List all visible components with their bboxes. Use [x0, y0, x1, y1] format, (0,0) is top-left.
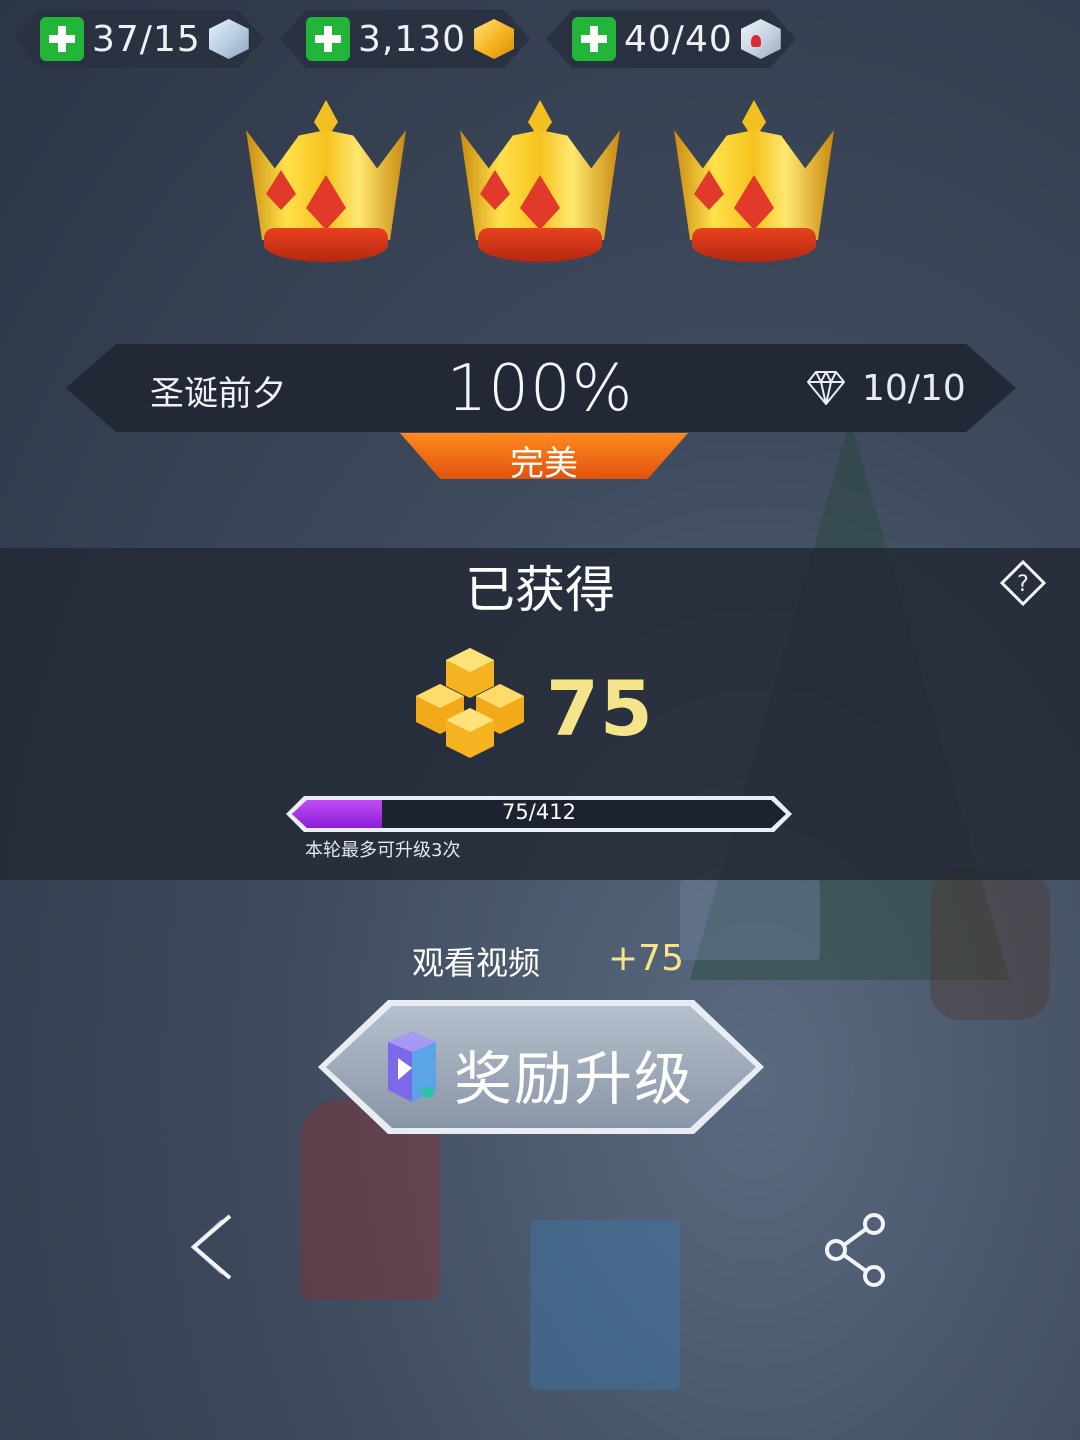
- watch-video-label: 观看视频: [412, 944, 541, 982]
- gold-value: 3,130: [358, 18, 467, 60]
- upgrade-limit-note: 本轮最多可升级3次: [305, 840, 461, 861]
- gift-box-background: [680, 880, 820, 960]
- back-arrow-icon[interactable]: [186, 1214, 240, 1280]
- heart-cube-icon: [741, 19, 781, 59]
- upgrade-progress-text: 75/412: [502, 800, 576, 824]
- gift-box-background: [530, 1220, 680, 1390]
- crown-icon: [664, 100, 844, 270]
- gold-counter: 3,130: [280, 10, 530, 68]
- reward-upgrade-label: 奖励升级: [454, 1045, 695, 1113]
- lives-counter: 37/15: [14, 10, 264, 68]
- lives-value: 37/15: [92, 18, 201, 60]
- help-icon[interactable]: ?: [1000, 560, 1046, 606]
- hearts-value: 40/40: [624, 18, 733, 60]
- diamond-icon: [807, 371, 845, 405]
- add-lives-button[interactable]: [40, 17, 84, 61]
- add-hearts-button[interactable]: [572, 17, 616, 61]
- crown-icon: [450, 100, 630, 270]
- hearts-counter: 40/40: [546, 10, 796, 68]
- earned-amount: 75: [546, 664, 654, 753]
- watch-video-bonus: +75: [608, 938, 684, 979]
- gold-cube-icon: [474, 19, 514, 59]
- reindeer-background: [930, 870, 1050, 1020]
- gem-count: 10/10: [862, 368, 966, 409]
- video-ad-icon: [388, 1032, 436, 1102]
- share-icon[interactable]: [822, 1210, 892, 1290]
- earned-title: 已获得: [465, 561, 615, 619]
- rating-label: 完美: [510, 444, 578, 484]
- svg-text:?: ?: [1017, 572, 1029, 597]
- crown-icon: [236, 100, 416, 270]
- add-gold-button[interactable]: [306, 17, 350, 61]
- ice-cube-icon: [209, 19, 249, 59]
- gold-cubes-icon: [416, 648, 524, 758]
